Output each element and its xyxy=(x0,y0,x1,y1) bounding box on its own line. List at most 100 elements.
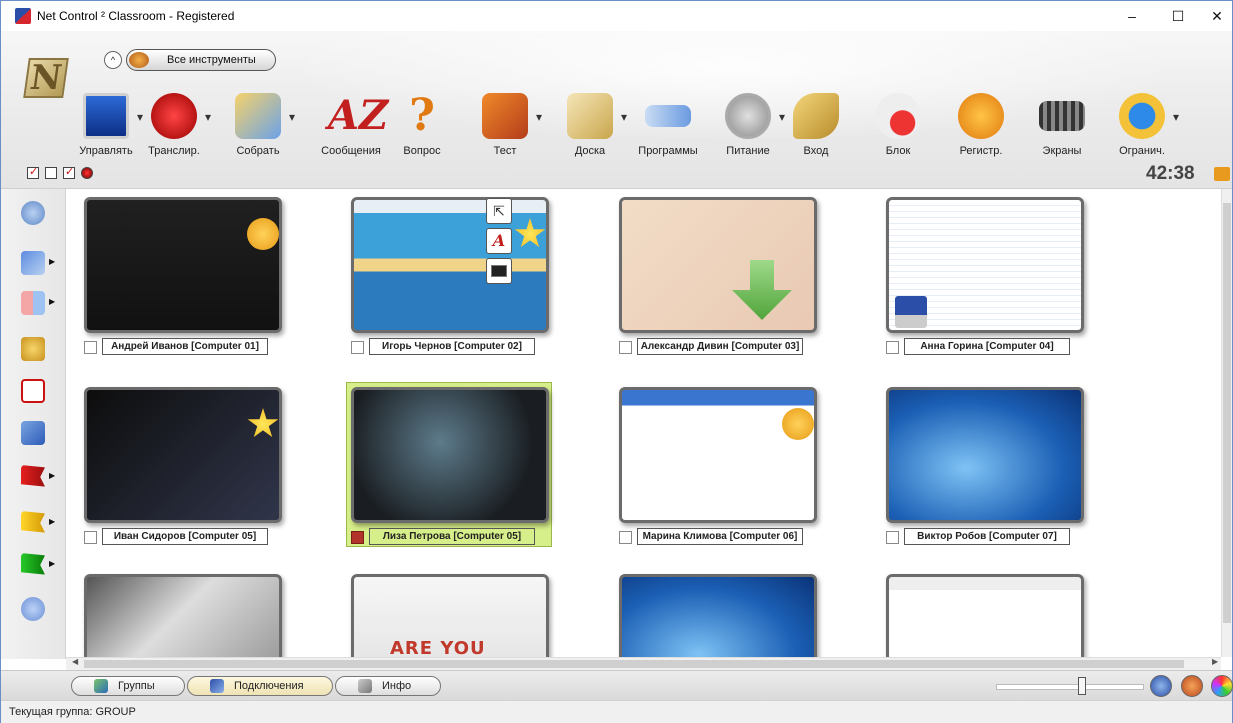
select-none-checkbox[interactable] xyxy=(45,167,57,179)
toolbar-label-board: Доска xyxy=(574,145,606,157)
toolbar-button-question[interactable]: ? Вопрос xyxy=(377,93,467,188)
rail-button-9[interactable]: ▶ xyxy=(15,549,55,583)
student-thumbnail[interactable] xyxy=(84,574,284,657)
all-tools-button[interactable]: Все инструменты xyxy=(126,49,276,71)
toolbar-button-login[interactable]: Вход xyxy=(771,93,861,188)
raised-hand-icon xyxy=(247,218,279,250)
maximize-button[interactable]: ☐ xyxy=(1155,1,1201,31)
horizontal-scroll-thumb[interactable] xyxy=(84,660,1184,668)
horizontal-scrollbar[interactable]: ◀ ▶ xyxy=(66,657,1221,670)
student-screen-preview[interactable] xyxy=(619,574,817,657)
rail-button-2[interactable]: ▶ xyxy=(15,247,55,281)
student-select-checkbox[interactable] xyxy=(84,531,97,544)
student-thumbnail[interactable] xyxy=(619,574,819,657)
student-select-checkbox[interactable] xyxy=(351,531,364,544)
student-thumbnail[interactable] xyxy=(886,574,1086,657)
internet-restrict-icon xyxy=(1119,93,1165,139)
student-select-checkbox[interactable] xyxy=(886,531,899,544)
student-select-checkbox[interactable] xyxy=(84,341,97,354)
toolbar-button-register[interactable]: Регистр. xyxy=(936,93,1026,188)
screen-tool-button[interactable] xyxy=(486,258,512,284)
briefcase-icon[interactable] xyxy=(1214,167,1230,181)
chevron-right-icon[interactable]: ▶ xyxy=(49,559,55,568)
text-tool-button[interactable]: A xyxy=(486,228,512,254)
rail-button-1[interactable] xyxy=(15,197,55,231)
student-thumbnail[interactable]: Анна Горина [Computer 04] xyxy=(886,197,1086,357)
student-thumbnail[interactable]: Виктор Робов [Computer 07] xyxy=(886,387,1086,547)
toolbar-button-screens[interactable]: Экраны xyxy=(1017,93,1107,188)
tab-connections-label: Подключения xyxy=(234,680,304,692)
color-palette-icon[interactable] xyxy=(1211,675,1233,697)
student-thumbnail[interactable]: Марина Климова [Computer 06] xyxy=(619,387,819,547)
student-select-checkbox[interactable] xyxy=(619,531,632,544)
chevron-right-icon[interactable]: ▶ xyxy=(49,517,55,526)
chevron-down-icon[interactable]: ▾ xyxy=(205,110,211,124)
rail-button-6[interactable] xyxy=(15,417,55,451)
student-thumbnail[interactable]: ARE YOU READY? xyxy=(351,574,551,657)
vertical-scrollbar[interactable] xyxy=(1221,189,1232,657)
collapse-ribbon-button[interactable]: ^ xyxy=(104,51,122,69)
chevron-right-icon[interactable]: ▶ xyxy=(49,297,55,306)
minimize-button[interactable]: – xyxy=(1109,1,1155,31)
student-thumbnail[interactable]: Иван Сидоров [Computer 05] xyxy=(84,387,284,547)
toolbar-button-collect[interactable]: ▾ Собрать xyxy=(213,93,303,188)
lesson-timer: 42:38 xyxy=(1146,163,1195,184)
student-screen-preview[interactable] xyxy=(619,387,817,523)
student-thumbnail[interactable]: Александр Дивин [Computer 03] xyxy=(619,197,819,357)
student-screen-preview[interactable] xyxy=(351,197,549,333)
tab-groups[interactable]: Группы xyxy=(71,676,185,696)
scroll-right-icon[interactable]: ▶ xyxy=(1212,657,1218,666)
student-screen-preview[interactable] xyxy=(619,197,817,333)
tab-info[interactable]: Инфо xyxy=(335,676,441,696)
toolbar-button-broadcast[interactable]: ▾ Транслир. xyxy=(129,93,219,188)
green-flag-icon xyxy=(21,553,45,575)
student-screen-preview[interactable] xyxy=(84,387,282,523)
refresh-icon xyxy=(21,201,45,225)
student-select-checkbox[interactable] xyxy=(351,341,364,354)
student-screen-preview[interactable]: ARE YOU READY? xyxy=(351,574,549,657)
toolbar-button-block[interactable]: Блок xyxy=(853,93,943,188)
rail-button-4[interactable] xyxy=(15,333,55,367)
monitor-icon xyxy=(83,93,129,139)
student-screen-preview[interactable] xyxy=(886,197,1084,333)
rail-button-8[interactable]: ▶ xyxy=(15,507,55,541)
thumbnail-size-slider-thumb[interactable] xyxy=(1078,677,1086,695)
rail-button-10[interactable] xyxy=(15,593,55,627)
student-thumbnail[interactable]: Андрей Иванов [Computer 01] xyxy=(84,197,284,357)
student-thumbnail[interactable]: Игорь Чернов [Computer 02] xyxy=(351,197,551,357)
student-thumbnail[interactable]: Лиза Петрова [Computer 05] xyxy=(346,382,552,547)
student-profile-icon[interactable] xyxy=(1181,675,1203,697)
tab-connections[interactable]: Подключения xyxy=(187,676,333,696)
vertical-scroll-thumb[interactable] xyxy=(1223,203,1231,623)
tab-info-label: Инфо xyxy=(382,680,412,692)
chevron-right-icon[interactable]: ▶ xyxy=(49,471,55,480)
rail-button-7[interactable]: ▶ xyxy=(15,461,55,495)
chevron-down-icon[interactable]: ▾ xyxy=(536,110,542,124)
scroll-left-icon[interactable]: ◀ xyxy=(72,657,78,666)
student-screen-preview[interactable] xyxy=(886,387,1084,523)
thumbnail-size-slider-track[interactable] xyxy=(996,684,1144,690)
title-bar: Net Control ² Classroom - Registered – ☐… xyxy=(1,1,1232,31)
chevron-down-icon[interactable]: ▾ xyxy=(289,110,295,124)
student-screen-preview[interactable] xyxy=(351,387,549,523)
rail-button-5[interactable] xyxy=(15,375,55,409)
web-status-icon[interactable] xyxy=(81,167,93,179)
chevron-right-icon[interactable]: ▶ xyxy=(49,257,55,266)
student-screen-preview[interactable] xyxy=(84,197,282,333)
close-button[interactable]: ✕ xyxy=(1201,1,1233,31)
view-mode-icon[interactable] xyxy=(1150,675,1172,697)
student-select-checkbox[interactable] xyxy=(619,341,632,354)
pointer-tool-button[interactable]: ⇱ xyxy=(486,198,512,224)
toolbar-button-programs[interactable]: Программы xyxy=(623,93,713,188)
toolbar-button-test[interactable]: ▾ Тест xyxy=(460,93,550,188)
remote-view-icon xyxy=(21,251,45,275)
invert-selection-checkbox[interactable] xyxy=(63,165,75,179)
chevron-down-icon[interactable]: ▾ xyxy=(1173,110,1179,124)
student-screen-preview[interactable] xyxy=(84,574,282,657)
select-all-checkbox[interactable] xyxy=(27,165,39,179)
collect-files-icon xyxy=(235,93,281,139)
rail-button-3[interactable]: ▶ xyxy=(15,287,55,321)
student-screen-preview[interactable] xyxy=(886,574,1084,657)
student-select-checkbox[interactable] xyxy=(886,341,899,354)
toolbar-button-board[interactable]: ▾ Доска xyxy=(545,93,635,188)
